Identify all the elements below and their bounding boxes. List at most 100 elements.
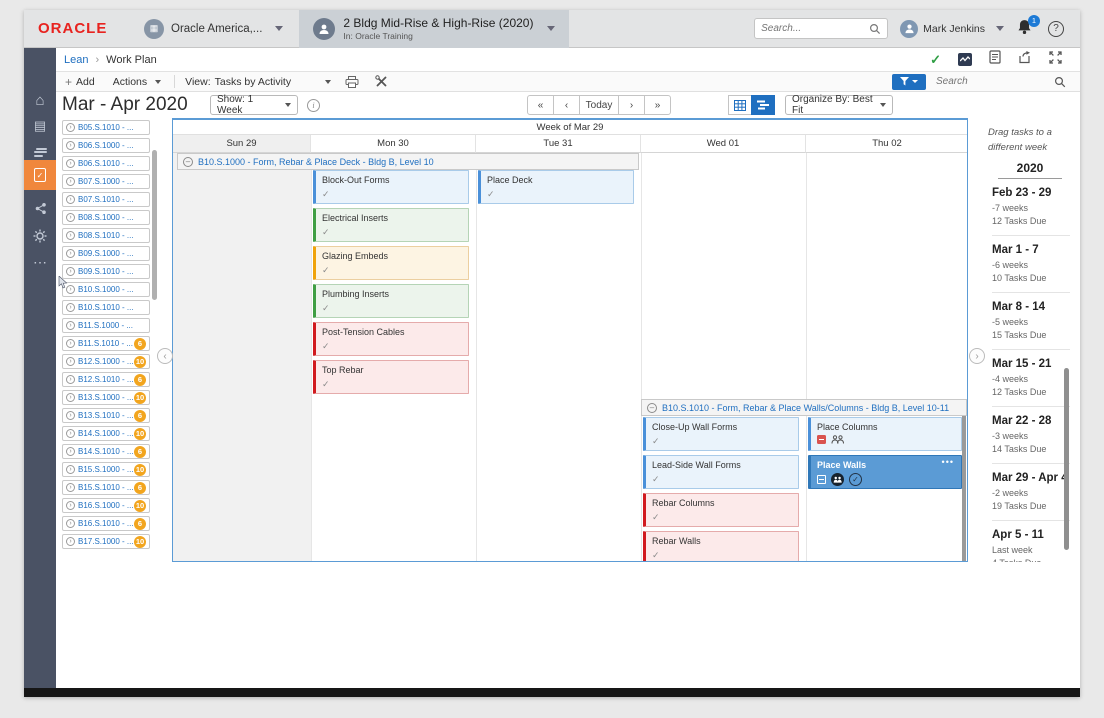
workplan-search-input[interactable] (936, 76, 1044, 87)
task-card[interactable]: Place Columns (808, 417, 962, 451)
week-entry[interactable]: Mar 22 - 28 -3 weeks 14 Tasks Due (992, 407, 1070, 465)
task-card[interactable]: Top Rebar ✓ (313, 360, 469, 394)
task-list-item[interactable]: › B08.S.1010 - ... (62, 228, 150, 243)
show-range-dropdown[interactable]: Show: 1 Week (210, 94, 298, 116)
user-menu[interactable]: Mark Jenkins (900, 19, 1004, 38)
task-card[interactable]: Rebar Columns ✓ (643, 493, 799, 527)
search-icon[interactable] (1054, 76, 1066, 88)
week-entry[interactable]: Mar 1 - 7 -6 weeks 10 Tasks Due (992, 236, 1070, 294)
crew-dark-icon[interactable] (831, 473, 844, 486)
task-list-item[interactable]: › B12.S.1010 - ... 6 (62, 372, 150, 387)
task-list-item[interactable]: › B13.S.1000 - ... 10 (62, 390, 150, 405)
task-list-item[interactable]: › B07.S.1000 - ... (62, 174, 150, 189)
home-icon[interactable]: ⌂ (24, 90, 56, 110)
task-card[interactable]: Rebar Walls ✓ (643, 531, 799, 561)
swimlane-header[interactable]: – B10.S.1010 - Form, Rebar & Place Walls/… (641, 399, 967, 416)
global-search-input[interactable] (761, 23, 870, 34)
calendar-scrollbar[interactable] (962, 414, 966, 561)
search-icon[interactable] (869, 23, 881, 35)
swimlane-label: B10.S.1000 - Form, Rebar & Place Deck - … (198, 156, 434, 167)
user-name: Mark Jenkins (923, 22, 985, 35)
task-card[interactable]: Plumbing Inserts ✓ (313, 284, 469, 318)
fullscreen-icon[interactable] (1049, 50, 1062, 69)
week-entry[interactable]: Mar 29 - Apr 4 -2 weeks 19 Tasks Due (992, 464, 1070, 522)
task-list-item[interactable]: › B07.S.1010 - ... (62, 192, 150, 207)
task-list-item[interactable]: › B12.S.1000 - ... 10 (62, 354, 150, 369)
grid-icon (817, 475, 826, 484)
task-card[interactable]: Lead-Side Wall Forms ✓ (643, 455, 799, 489)
breadcrumb-lean-link[interactable]: Lean (64, 54, 88, 66)
task-list-item[interactable]: › B06.S.1010 - ... (62, 156, 150, 171)
organize-by-dropdown[interactable]: Organize By: Best Fit (785, 94, 893, 116)
task-list-item[interactable]: › B11.S.1010 - ... 6 (62, 336, 150, 351)
task-list-item[interactable]: › B15.S.1000 - ... 10 (62, 462, 150, 477)
print-icon[interactable] (345, 75, 359, 88)
help-button[interactable]: ? (1048, 20, 1064, 37)
task-list-item[interactable]: › B10.S.1000 - ... (62, 282, 150, 297)
view-dropdown[interactable]: Tasks by Activity (215, 76, 337, 88)
swimlane-header[interactable]: – B10.S.1000 - Form, Rebar & Place Deck -… (177, 153, 639, 170)
swimlane-view-toggle[interactable] (751, 95, 775, 115)
week-panel-scrollbar[interactable] (1064, 368, 1069, 550)
org-selector[interactable]: ▦ Oracle America,... (134, 10, 293, 48)
task-id-label: B13.S.1010 - ... (78, 411, 134, 420)
task-card[interactable]: Post-Tension Cables ✓ (313, 322, 469, 356)
schedule-bars-icon[interactable] (24, 142, 56, 162)
collapse-left-panel-button[interactable]: ‹ (157, 348, 173, 364)
task-list-item[interactable]: › B11.S.1000 - ... (62, 318, 150, 333)
task-list-item[interactable]: › B17.S.1000 - ... 10 (62, 534, 150, 549)
next-week-button[interactable]: › (618, 95, 645, 115)
task-list-item[interactable]: › B08.S.1000 - ... (62, 210, 150, 225)
gear-icon[interactable] (24, 226, 56, 246)
card-menu-icon[interactable]: ••• (942, 457, 954, 467)
filter-button[interactable] (892, 73, 926, 90)
week-entry[interactable]: Apr 5 - 11 Last week 4 Tasks Due (992, 521, 1070, 562)
task-list-item[interactable]: › B06.S.1000 - ... (62, 138, 150, 153)
project-selector[interactable]: 2 Bldg Mid-Rise & High-Rise (2020) In: O… (299, 9, 570, 48)
collapse-lane-icon[interactable]: – (183, 156, 193, 167)
previous-week-button[interactable]: ‹ (553, 95, 580, 115)
activity-snapshot-icon[interactable] (958, 53, 972, 66)
check-icon[interactable]: ✓ (930, 52, 941, 68)
add-button[interactable]: + Add (56, 72, 104, 91)
task-card[interactable]: Glazing Embeds ✓ (313, 246, 469, 280)
task-list-item[interactable]: › B14.S.1010 - ... 6 (62, 444, 150, 459)
week-entry[interactable]: Feb 23 - 29 -7 weeks 12 Tasks Due (992, 179, 1070, 237)
share-export-icon[interactable] (1018, 50, 1032, 69)
task-card[interactable]: Block-Out Forms ✓ (313, 170, 469, 204)
share-network-icon[interactable] (24, 198, 56, 218)
notifications-button[interactable]: 1 (1016, 14, 1040, 40)
week-entry[interactable]: Mar 15 - 21 -4 weeks 12 Tasks Due (992, 350, 1070, 408)
task-card[interactable]: Place Walls ••• ✓ (808, 455, 962, 489)
work-plan-active-item[interactable]: ✓ (24, 160, 56, 190)
actions-menu-button[interactable]: Actions (104, 72, 170, 91)
more-ellipsis-icon[interactable]: ⋯ (24, 252, 56, 272)
report-icon[interactable] (989, 50, 1001, 69)
check-circle-icon[interactable]: ✓ (849, 473, 862, 486)
task-card[interactable]: Place Deck ✓ (478, 170, 634, 204)
task-id-label: B06.S.1010 - ... (78, 159, 134, 168)
task-list-item[interactable]: › B16.S.1000 - ... 10 (62, 498, 150, 513)
task-list-item[interactable]: › B05.S.1010 - ... (62, 120, 150, 135)
task-card[interactable]: Close-Up Wall Forms ✓ (643, 417, 799, 451)
first-week-button[interactable]: « (527, 95, 554, 115)
task-list-scrollbar[interactable] (152, 150, 157, 300)
task-list-item[interactable]: › B15.S.1010 - ... 6 (62, 480, 150, 495)
last-week-button[interactable]: » (644, 95, 671, 115)
register-icon[interactable]: ▤ (24, 116, 56, 136)
task-list-item[interactable]: › B13.S.1010 - ... 6 (62, 408, 150, 423)
task-list-item[interactable]: › B09.S.1000 - ... (62, 246, 150, 261)
task-list-item[interactable]: › B09.S.1010 - ... (62, 264, 150, 279)
grid-view-toggle[interactable] (728, 95, 752, 115)
today-button[interactable]: Today (579, 95, 619, 115)
week-entry[interactable]: Mar 8 - 14 -5 weeks 15 Tasks Due (992, 293, 1070, 351)
task-list-item[interactable]: › B10.S.1010 - ... (62, 300, 150, 315)
collapse-lane-icon[interactable]: – (647, 402, 657, 413)
chevron-circle-icon: › (66, 465, 75, 474)
info-icon[interactable]: i (307, 98, 320, 112)
task-card[interactable]: Electrical Inserts ✓ (313, 208, 469, 242)
collapse-right-panel-button[interactable]: › (969, 348, 985, 364)
task-list-item[interactable]: › B14.S.1000 - ... 10 (62, 426, 150, 441)
tools-wrench-icon[interactable] (374, 75, 388, 88)
task-list-item[interactable]: › B16.S.1010 - ... 6 (62, 516, 150, 531)
